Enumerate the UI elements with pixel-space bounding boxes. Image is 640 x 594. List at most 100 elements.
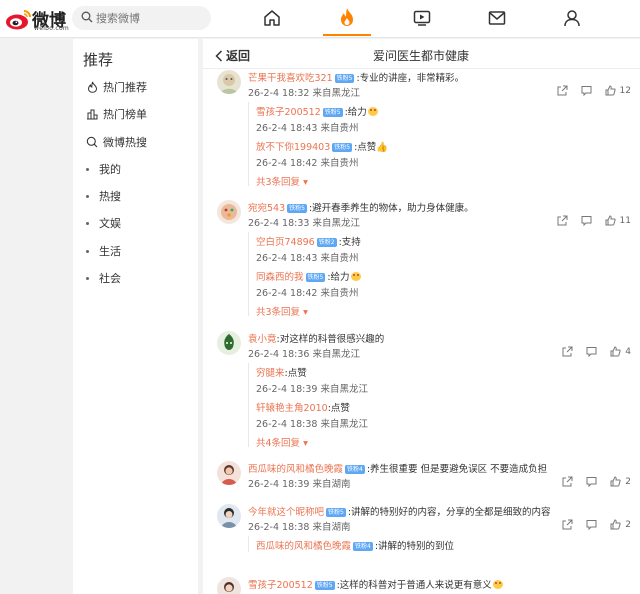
thumbs-up-icon — [605, 85, 616, 96]
like-button[interactable]: 4 — [610, 346, 631, 357]
nav-video[interactable] — [398, 0, 446, 36]
share-icon — [557, 85, 568, 96]
comment-actions: 12 — [544, 85, 631, 96]
reply-item: 轩辕艳主角2010:点赞 — [256, 400, 350, 414]
reply-button[interactable] — [581, 215, 592, 226]
reply-username[interactable]: 空白页74896 — [256, 237, 315, 248]
nav-hot[interactable] — [323, 0, 371, 36]
reply-text: :支持 — [338, 237, 361, 248]
reply-username[interactable]: 放不下你199403 — [256, 142, 330, 153]
fire-icon — [341, 8, 353, 26]
sidebar-item-label: 文娱 — [99, 217, 121, 230]
mail-icon — [488, 11, 506, 25]
bullet-dot — [86, 221, 89, 225]
sidebar-item-entertainment[interactable]: 文娱 — [81, 214, 121, 232]
comment-username[interactable]: 宛宛543 — [248, 203, 285, 214]
sidebar-item-label: 热搜 — [99, 190, 121, 203]
like-count: 4 — [625, 346, 631, 357]
user-icon — [564, 10, 580, 27]
like-button[interactable]: 11 — [605, 215, 631, 226]
reply-username[interactable]: 雪孩子200512 — [256, 107, 321, 118]
sidebar-item-society[interactable]: 社会 — [81, 269, 121, 287]
reply-text: :讲解的特别的到位 — [374, 541, 455, 552]
sidebar-item-life[interactable]: 生活 — [81, 242, 121, 260]
sidebar: 推荐 热门推荐 热门榜单 微博热搜 我的 热搜 文娱 生活 社会 — [73, 39, 198, 594]
reply-item: 放不下你199403 铁粉5:点赞👍 — [256, 139, 388, 153]
sidebar-item-mine[interactable]: 我的 — [81, 160, 121, 178]
ranking-icon — [85, 108, 99, 120]
comment-username[interactable]: 袁小竟 — [248, 334, 277, 345]
reply-meta: 26-2-4 18:43 来自贵州 — [256, 123, 359, 134]
thumbs-up-icon — [610, 476, 621, 487]
search-icon — [85, 136, 99, 148]
bullet-dot — [86, 167, 89, 171]
reply-username[interactable]: 西瓜味的风和橘色晚霞 — [256, 541, 351, 552]
share-button[interactable] — [562, 346, 573, 357]
comment-meta: 26-2-4 18:32 来自黑龙江 — [248, 88, 360, 99]
comment-text: :专业的讲座，非常精彩。 — [356, 73, 465, 84]
reply-text: :给力 — [327, 272, 350, 283]
nav-home[interactable] — [248, 0, 296, 36]
share-button[interactable] — [557, 215, 568, 226]
flame-outline-icon — [85, 81, 99, 93]
avatar[interactable] — [217, 577, 241, 594]
reply-username[interactable]: 穷腿来 — [256, 368, 285, 379]
bullet-dot — [86, 194, 89, 198]
share-button[interactable] — [557, 85, 568, 96]
comment-username[interactable]: 西瓜味的风和橘色晚霞 — [248, 464, 343, 475]
fan-badge: 铁粉5 — [332, 143, 353, 152]
share-button[interactable] — [562, 476, 573, 487]
reply-button[interactable] — [581, 85, 592, 96]
comment-username[interactable]: 雪孩子200512 — [248, 580, 313, 591]
avatar[interactable] — [217, 200, 241, 224]
like-button[interactable]: 12 — [605, 85, 631, 96]
like-button[interactable]: 2 — [610, 476, 631, 487]
logo-subtext: weibo.com — [34, 25, 70, 32]
more-replies-link[interactable]: 共3条回复 ▾ — [256, 174, 308, 188]
sidebar-item-hot-list[interactable]: 热门榜单 — [85, 105, 147, 123]
back-button[interactable]: 返回 — [215, 47, 250, 64]
fan-badge: 铁粉5 — [314, 581, 335, 590]
sidebar-item-trending[interactable]: 热搜 — [81, 187, 121, 205]
avatar[interactable] — [217, 461, 241, 485]
home-icon — [264, 10, 280, 26]
comment-meta: 26-2-4 18:38 来自湖南 — [248, 522, 351, 533]
avatar[interactable] — [217, 331, 241, 355]
reply-button[interactable] — [586, 476, 597, 487]
nav-messages[interactable] — [473, 0, 521, 36]
sidebar-item-hot-search[interactable]: 微博热搜 — [85, 133, 147, 151]
comment-username[interactable]: 今年就这个昵称吧 — [248, 507, 324, 518]
bullet-dot — [86, 249, 89, 253]
bullet-dot — [86, 276, 89, 280]
search-input[interactable] — [96, 10, 201, 26]
reply-item: 西瓜味的风和橘色晚霞 铁粉4:讲解的特别的到位 — [256, 538, 454, 552]
sidebar-item-hot-recommend[interactable]: 热门推荐 — [85, 78, 147, 96]
search-box[interactable] — [72, 6, 211, 30]
reply-button[interactable] — [586, 346, 597, 357]
reply-username[interactable]: 轩辕艳主角2010 — [256, 403, 328, 414]
more-replies-link[interactable]: 共4条回复 ▾ — [256, 435, 308, 449]
avatar[interactable] — [217, 504, 241, 528]
nav-profile[interactable] — [548, 0, 596, 36]
avatar[interactable] — [217, 70, 241, 94]
reply-text: :给力 — [344, 107, 367, 118]
search-icon — [81, 11, 93, 23]
weibo-logo[interactable]: 微博 weibo.com — [5, 4, 70, 34]
share-icon — [562, 476, 573, 487]
comment-text: :养生很重要 但是要避免误区 不要造成负担 — [366, 464, 548, 475]
reply-meta: 26-2-4 18:42 来自贵州 — [256, 158, 359, 169]
comment-username[interactable]: 芒果干我喜欢吃321 — [248, 73, 333, 84]
more-replies-link[interactable]: 共3条回复 ▾ — [256, 304, 308, 318]
sidebar-item-label: 生活 — [99, 245, 121, 258]
sidebar-item-label: 热门推荐 — [103, 81, 147, 94]
reply-text: :点赞 — [354, 142, 377, 153]
share-button[interactable] — [562, 519, 573, 530]
reply-username[interactable]: 同森西的我 — [256, 272, 304, 283]
page-title: 爱问医生都市健康 — [373, 49, 470, 63]
reply-button[interactable] — [586, 519, 597, 530]
back-label: 返回 — [226, 49, 251, 63]
like-button[interactable]: 2 — [610, 519, 631, 530]
comment-actions: 2 — [549, 476, 631, 487]
sidebar-item-label: 热门榜单 — [103, 108, 147, 121]
reply-meta: 26-2-4 18:42 来自贵州 — [256, 288, 359, 299]
